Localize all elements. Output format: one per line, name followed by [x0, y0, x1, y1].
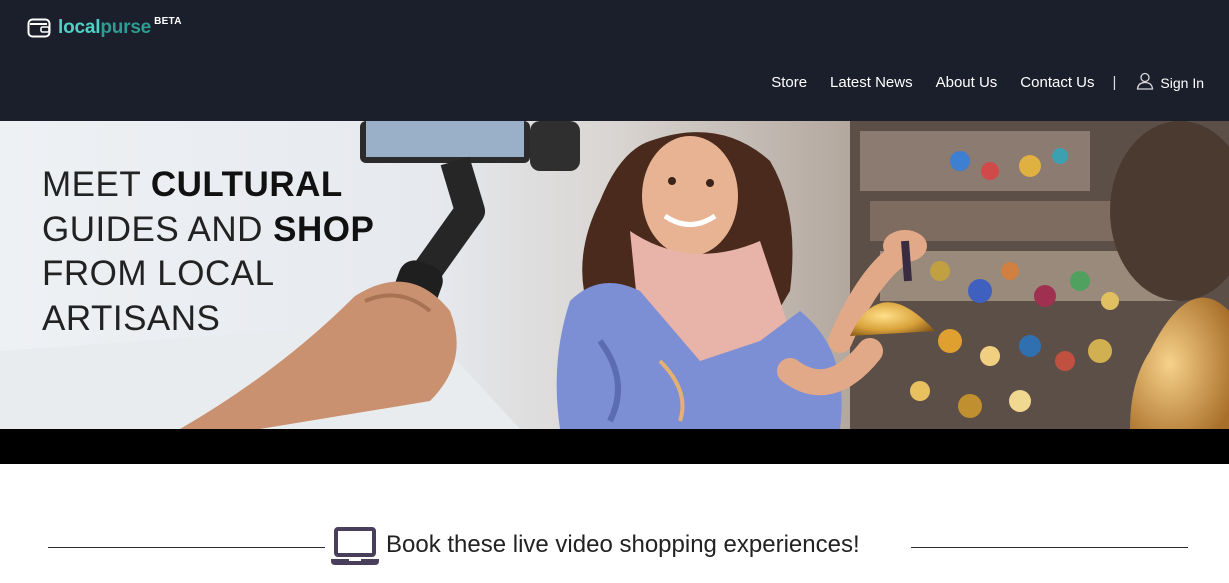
hero-headline: MEET CULTURAL GUIDES AND SHOP FROM LOCAL…: [42, 163, 374, 341]
nav-contact-us[interactable]: Contact Us: [1020, 74, 1094, 91]
hero-line-2-bold: SHOP: [273, 209, 375, 249]
site-header: localpurse BETA Store Latest News About …: [0, 0, 1229, 121]
wallet-icon: [27, 18, 51, 38]
section-heading: Book these live video shopping experienc…: [0, 520, 1229, 570]
nav-latest-news[interactable]: Latest News: [830, 74, 913, 91]
hero-bottom-band: [0, 429, 1229, 464]
divider-right: [911, 547, 1188, 548]
logo[interactable]: localpurse BETA: [27, 15, 182, 41]
nav-separator: |: [1112, 74, 1117, 91]
hero-line-3: FROM LOCAL: [42, 254, 275, 293]
user-icon: [1137, 72, 1154, 90]
hero-line-1-light: MEET: [42, 165, 151, 204]
hero-line-2: GUIDES AND SHOP: [42, 208, 374, 253]
nav-store[interactable]: Store: [771, 74, 807, 91]
sign-in-link[interactable]: Sign In: [1136, 72, 1204, 91]
nav-about-us[interactable]: About Us: [936, 74, 998, 91]
laptop-icon: [331, 527, 379, 565]
section-title: Book these live video shopping experienc…: [386, 531, 860, 558]
hero-banner: MEET CULTURAL GUIDES AND SHOP FROM LOCAL…: [0, 121, 1229, 429]
hero-line-1: MEET CULTURAL: [42, 163, 374, 208]
divider-left: [48, 547, 325, 548]
hero-line-1-bold: CULTURAL: [150, 165, 343, 204]
beta-badge: BETA: [154, 16, 182, 27]
hero-line-2-light: GUIDES AND: [42, 209, 274, 249]
sign-in-label: Sign In: [1160, 74, 1204, 91]
hero-line-4: ARTISANS: [42, 298, 221, 338]
main-nav: Store Latest News About Us Contact Us | …: [771, 72, 1204, 91]
logo-text-purse: purse: [100, 17, 152, 38]
logo-text: localpurse: [58, 15, 151, 41]
logo-text-local: local: [58, 17, 101, 38]
